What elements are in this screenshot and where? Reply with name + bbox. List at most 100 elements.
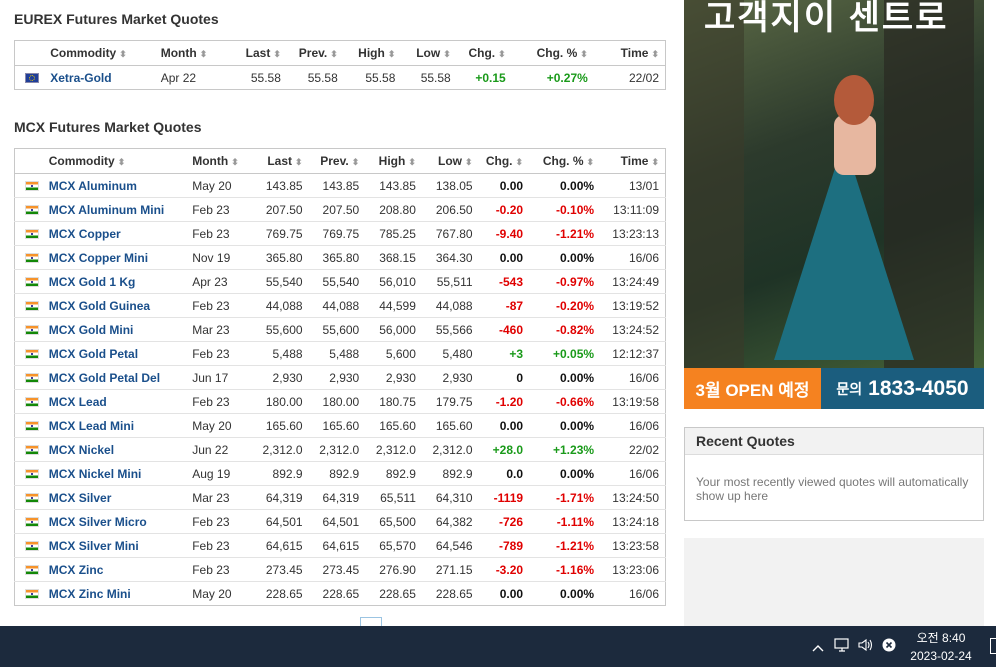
india-flag-icon	[25, 253, 39, 264]
column-header-chg[interactable]: Chg. % ⬍	[511, 40, 594, 66]
table-row[interactable]: MCX Aluminum Mini Feb 23 207.50 207.50 208.8…	[14, 197, 666, 222]
cell-pct: +0.05%	[529, 341, 601, 366]
commodity-link[interactable]: MCX Gold Petal	[42, 341, 187, 366]
table-row[interactable]: MCX Silver Micro Feb 23 64,501 64,501 65,500…	[14, 509, 666, 534]
cell-pct: 0.00%	[529, 461, 601, 486]
table-row[interactable]: MCX Lead Mini May 20 165.60 165.60 165.60 165…	[14, 413, 666, 438]
cell-month: Jun 17	[186, 365, 250, 390]
commodity-link[interactable]: MCX Gold 1 Kg	[42, 269, 187, 294]
table-row[interactable]: MCX Copper Mini Nov 19 365.80 365.80 368.15 3…	[14, 245, 666, 270]
column-header-month[interactable]: Month ⬍	[154, 40, 229, 66]
column-header-time[interactable]: Time ⬍	[593, 40, 666, 66]
cell-pct: +1.23%	[529, 437, 601, 462]
commodity-link[interactable]: MCX Aluminum	[42, 173, 187, 198]
table-row[interactable]: MCX Gold Guinea Feb 23 44,088 44,088 44,599 4…	[14, 293, 666, 318]
flag-cell	[14, 173, 43, 198]
table-header-row: Commodity ⬍ Month ⬍ Last ⬍ Prev. ⬍ High ⬍ Low ⬍ Chg.…	[14, 40, 666, 66]
table-row[interactable]: Xetra-Gold Apr 22 55.58 55.58 55.58 55.58 +0.1…	[15, 66, 666, 90]
cell-low: 55,511	[421, 269, 479, 294]
commodity-link[interactable]: MCX Gold Petal Del	[42, 365, 187, 390]
ad-phone: 문의 1833-4050	[821, 368, 984, 409]
commodity-link[interactable]: MCX Copper Mini	[42, 245, 187, 270]
cell-time: 16/06	[628, 586, 659, 601]
volume-icon[interactable]	[858, 638, 874, 655]
column-header-high[interactable]: High ⬍	[343, 40, 402, 66]
taskbar-clock[interactable]: 오전 8:40 2023-02-24	[900, 629, 982, 665]
commodity-link[interactable]: MCX Nickel Mini	[42, 461, 187, 486]
column-header-prev[interactable]: Prev. ⬍	[286, 40, 344, 66]
flag-cell	[14, 485, 43, 510]
column-header-chg[interactable]: Chg. ⬍	[456, 40, 512, 66]
column-header-chg[interactable]: Chg. ⬍	[478, 148, 530, 174]
cell-high: 785.25	[365, 221, 422, 246]
advertisement-banner[interactable]: 고객지이 센트로 3월 OPEN 예정 문의 1833-4050	[684, 0, 984, 409]
commodity-link[interactable]: MCX Silver	[42, 485, 187, 510]
cell-high: 180.75	[365, 389, 422, 414]
cell-pct: -1.16%	[529, 557, 601, 582]
clock-time: 오전 8:40	[916, 631, 966, 645]
network-icon[interactable]	[834, 638, 850, 655]
sort-icon: ⬍	[387, 49, 396, 59]
table-row[interactable]: MCX Gold 1 Kg Apr 23 55,540 55,540 56,010 55,…	[14, 269, 666, 294]
cell-high: 892.9	[365, 461, 422, 486]
cell-pct: 0.00%	[529, 413, 601, 438]
commodity-link[interactable]: MCX Zinc	[42, 557, 187, 582]
column-header-low[interactable]: Low ⬍	[421, 148, 479, 174]
table-row[interactable]: MCX Silver Mar 23 64,319 64,319 65,511 64,310…	[14, 485, 666, 510]
column-header-low[interactable]: Low ⬍	[401, 40, 457, 66]
cell-chg: -726	[478, 509, 530, 534]
mcx-quotes-table: Commodity ⬍ Month ⬍ Last ⬍ Prev. ⬍ High ⬍ Low ⬍ Chg.…	[14, 148, 666, 606]
table-row[interactable]: MCX Silver Mini Feb 23 64,615 64,615 65,570 6…	[14, 533, 666, 558]
cell-low: 64,546	[421, 533, 479, 558]
table-row[interactable]: MCX Nickel Jun 22 2,312.0 2,312.0 2,312.0 2,3…	[14, 437, 666, 462]
table-row[interactable]: MCX Gold Petal Feb 23 5,488 5,488 5,600 5,480…	[14, 341, 666, 366]
commodity-link[interactable]: MCX Gold Mini	[42, 317, 187, 342]
cell-last: 207.50	[249, 197, 309, 222]
table-row[interactable]: MCX Aluminum May 20 143.85 143.85 143.85 138.…	[14, 173, 666, 198]
table-row[interactable]: MCX Zinc Mini May 20 228.65 228.65 228.65 228…	[15, 582, 666, 606]
notification-icon[interactable]	[990, 638, 996, 654]
commodity-link[interactable]: MCX Copper	[42, 221, 187, 246]
india-flag-icon	[25, 421, 39, 432]
commodity-link[interactable]: MCX Silver Micro	[42, 509, 187, 534]
table-row[interactable]: MCX Nickel Mini Aug 19 892.9 892.9 892.9 892.…	[14, 461, 666, 486]
column-header-high[interactable]: High ⬍	[365, 148, 422, 174]
table-row[interactable]: MCX Copper Feb 23 769.75 769.75 785.25 767.80…	[14, 221, 666, 246]
commodity-link[interactable]: MCX Silver Mini	[42, 533, 187, 558]
close-circle-icon[interactable]	[882, 638, 896, 655]
column-header-commodity[interactable]: Commodity ⬍	[42, 148, 187, 174]
cell-chg: -0.20	[478, 197, 530, 222]
column-header-commodity[interactable]: Commodity ⬍	[44, 40, 155, 66]
cell-prev: 64,319	[308, 485, 366, 510]
column-header-month[interactable]: Month ⬍	[186, 148, 250, 174]
column-header-last[interactable]: Last ⬍	[228, 40, 287, 66]
commodity-link[interactable]: MCX Zinc Mini	[43, 582, 187, 606]
commodity-link[interactable]: MCX Nickel	[42, 437, 187, 462]
commodity-link[interactable]: MCX Lead Mini	[42, 413, 187, 438]
india-flag-icon	[25, 229, 39, 240]
column-header-label: Time	[620, 154, 649, 168]
flag-cell	[14, 245, 43, 270]
table-row[interactable]: MCX Gold Mini Mar 23 55,600 55,600 56,000 55,…	[14, 317, 666, 342]
table-row[interactable]: MCX Gold Petal Del Jun 17 2,930 2,930 2,930 2…	[14, 365, 666, 390]
ad-placeholder	[684, 538, 984, 628]
india-flag-icon	[25, 493, 39, 504]
column-header-last[interactable]: Last ⬍	[249, 148, 309, 174]
cell-chg: 0.00	[478, 245, 530, 270]
commodity-link[interactable]: MCX Gold Guinea	[42, 293, 187, 318]
table-row[interactable]: MCX Lead Feb 23 180.00 180.00 180.75 179.75 -1…	[14, 389, 666, 414]
table-row[interactable]: MCX Zinc Feb 23 273.45 273.45 276.90 271.15 -3…	[14, 557, 666, 582]
column-header-time[interactable]: Time ⬍	[600, 148, 666, 174]
cell-chg: -1.20	[478, 389, 530, 414]
cell-pct: -0.82%	[529, 317, 601, 342]
commodity-link[interactable]: MCX Aluminum Mini	[42, 197, 187, 222]
commodity-link[interactable]: Xetra-Gold	[44, 66, 154, 90]
cell-month: Nov 19	[186, 245, 250, 270]
cell-time: 13:24:49	[600, 269, 666, 294]
column-header-chg[interactable]: Chg. % ⬍	[529, 148, 601, 174]
column-header-prev[interactable]: Prev. ⬍	[308, 148, 366, 174]
chevron-up-icon[interactable]	[812, 639, 824, 655]
india-flag-icon	[25, 565, 39, 576]
eurex-quotes-table: Commodity ⬍ Month ⬍ Last ⬍ Prev. ⬍ High ⬍ Low ⬍ Chg.…	[14, 40, 666, 90]
commodity-link[interactable]: MCX Lead	[42, 389, 187, 414]
